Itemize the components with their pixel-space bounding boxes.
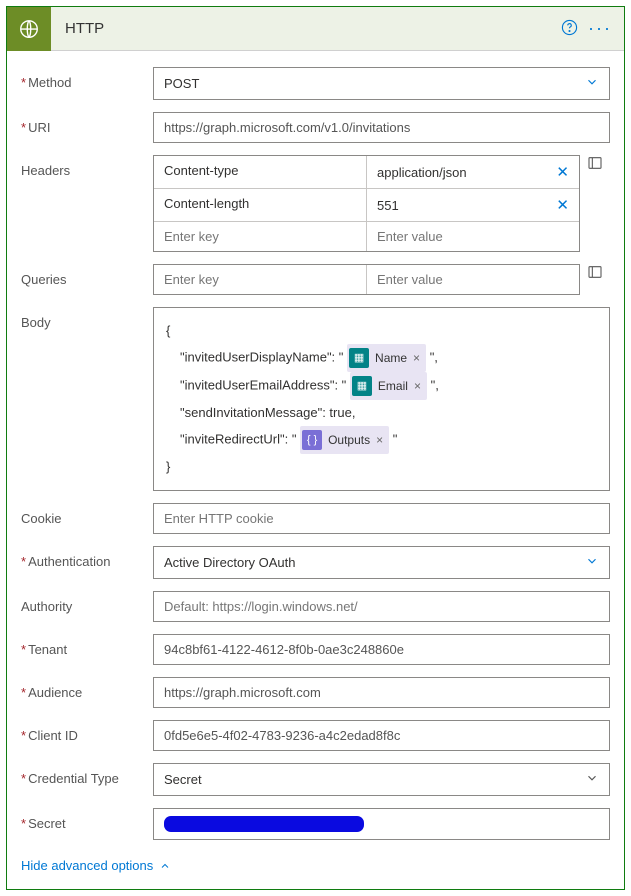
switch-to-text-mode-icon[interactable] bbox=[587, 155, 603, 174]
switch-to-text-mode-icon[interactable] bbox=[587, 264, 603, 283]
headers-table: Content-type application/json ✕ Content-… bbox=[153, 155, 580, 252]
chevron-up-icon bbox=[159, 860, 171, 872]
body-input[interactable]: { "invitedUserDisplayName": " ▦Name× ", … bbox=[153, 307, 610, 491]
more-menu-icon[interactable]: ··· bbox=[588, 18, 612, 39]
forms-icon: ▦ bbox=[352, 376, 372, 396]
queries-table: Enter key Enter value bbox=[153, 264, 580, 295]
remove-token-icon[interactable]: × bbox=[414, 374, 421, 398]
chevron-down-icon bbox=[585, 75, 599, 92]
method-select[interactable]: POST bbox=[153, 67, 610, 100]
uri-input[interactable]: https://graph.microsoft.com/v1.0/invitat… bbox=[153, 112, 610, 143]
client-id-input[interactable]: 0fd5e6e5-4f02-4783-9236-a4c2edad8f8c bbox=[153, 720, 610, 751]
header-key-input[interactable]: Content-type bbox=[154, 156, 367, 188]
authority-input[interactable]: Default: https://login.windows.net/ bbox=[153, 591, 610, 622]
cookie-label: Cookie bbox=[21, 503, 153, 526]
dynamic-token-email[interactable]: ▦Email× bbox=[350, 372, 427, 400]
http-action-card: HTTP ··· Method POST URI bbox=[6, 6, 625, 890]
tenant-label: Tenant bbox=[21, 634, 153, 657]
credential-type-select[interactable]: Secret bbox=[153, 763, 610, 796]
query-key-input[interactable]: Enter key bbox=[154, 265, 367, 294]
chevron-down-icon bbox=[585, 554, 599, 571]
help-icon[interactable] bbox=[561, 19, 578, 39]
query-value-input[interactable]: Enter value bbox=[367, 265, 579, 294]
uri-label: URI bbox=[21, 112, 153, 135]
remove-token-icon[interactable]: × bbox=[413, 346, 420, 370]
header-value-input[interactable]: application/json ✕ bbox=[367, 156, 579, 188]
method-value: POST bbox=[164, 76, 199, 91]
compose-icon: { } bbox=[302, 430, 322, 450]
authority-label: Authority bbox=[21, 591, 153, 614]
remove-token-icon[interactable]: × bbox=[376, 428, 383, 452]
header-key-input[interactable]: Content-length bbox=[154, 189, 367, 221]
dynamic-token-outputs[interactable]: { }Outputs× bbox=[300, 426, 389, 454]
http-globe-icon bbox=[7, 7, 51, 51]
header-key-input[interactable]: Enter key bbox=[154, 222, 367, 251]
cookie-input[interactable]: Enter HTTP cookie bbox=[153, 503, 610, 534]
secret-input[interactable] bbox=[153, 808, 610, 840]
audience-input[interactable]: https://graph.microsoft.com bbox=[153, 677, 610, 708]
header-value-input[interactable]: 551 ✕ bbox=[367, 189, 579, 221]
remove-row-icon[interactable]: ✕ bbox=[550, 163, 569, 181]
audience-label: Audience bbox=[21, 677, 153, 700]
card-header: HTTP ··· bbox=[7, 7, 624, 51]
dynamic-token-name[interactable]: ▦Name× bbox=[347, 344, 426, 372]
queries-label: Queries bbox=[21, 264, 153, 287]
card-title: HTTP bbox=[51, 20, 561, 37]
chevron-down-icon bbox=[585, 771, 599, 788]
forms-icon: ▦ bbox=[349, 348, 369, 368]
method-label: Method bbox=[21, 67, 153, 90]
tenant-input[interactable]: 94c8bf61-4122-4612-8f0b-0ae3c248860e bbox=[153, 634, 610, 665]
hide-advanced-link[interactable]: Hide advanced options bbox=[21, 852, 171, 873]
authentication-select[interactable]: Active Directory OAuth bbox=[153, 546, 610, 579]
secret-label: Secret bbox=[21, 808, 153, 831]
redacted-secret bbox=[164, 816, 364, 832]
credential-type-label: Credential Type bbox=[21, 763, 153, 786]
header-value-input[interactable]: Enter value bbox=[367, 222, 579, 251]
body-label: Body bbox=[21, 307, 153, 330]
authentication-label: Authentication bbox=[21, 546, 153, 569]
remove-row-icon[interactable]: ✕ bbox=[550, 196, 569, 214]
client-id-label: Client ID bbox=[21, 720, 153, 743]
card-body: Method POST URI https://graph.microsoft.… bbox=[7, 51, 624, 889]
headers-label: Headers bbox=[21, 155, 153, 178]
